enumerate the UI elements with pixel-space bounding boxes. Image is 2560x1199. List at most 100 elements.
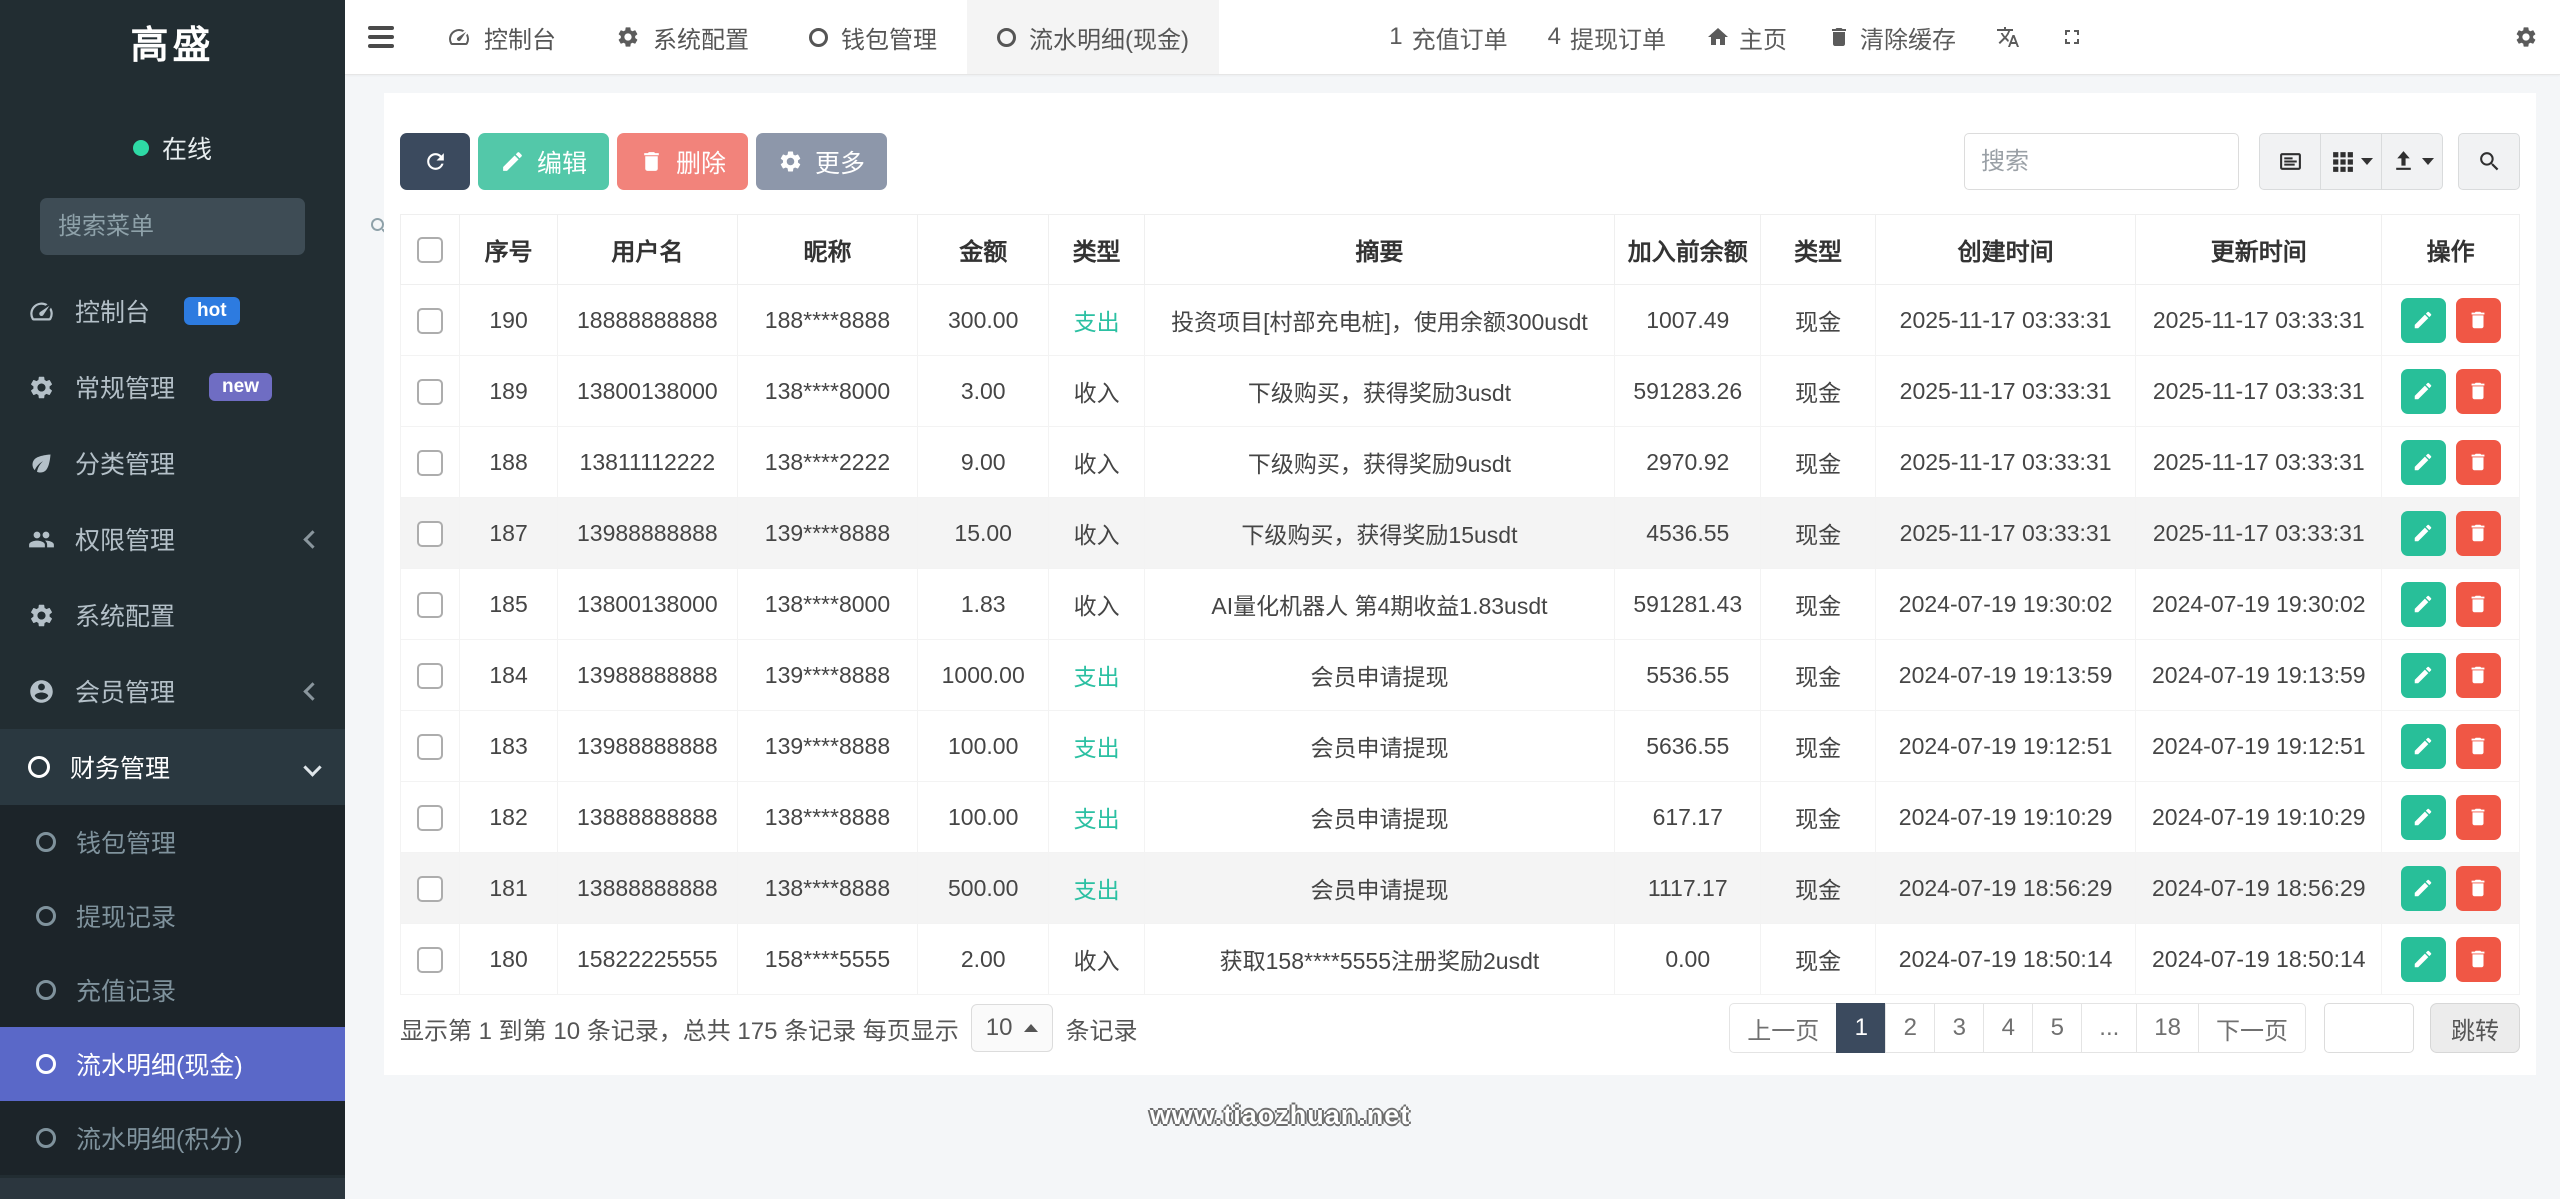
column-header-no[interactable]: 序号 xyxy=(459,214,558,285)
home-link[interactable]: 主页 xyxy=(1706,20,1787,55)
row-edit-button[interactable] xyxy=(2400,510,2446,556)
clear-cache-link[interactable]: 清除缓存 xyxy=(1827,20,1956,55)
menu-badge-hot: hot xyxy=(184,296,240,326)
row-edit-button[interactable] xyxy=(2400,723,2446,769)
page-size-select[interactable]: 10 xyxy=(970,1004,1054,1052)
sidebar-toggle-button[interactable] xyxy=(345,0,417,74)
column-header-nickname[interactable]: 昵称 xyxy=(736,214,919,285)
column-header-created-at[interactable]: 创建时间 xyxy=(1874,214,2137,285)
row-checkbox[interactable] xyxy=(417,520,444,547)
page-button-18[interactable]: 18 xyxy=(2136,1003,2199,1053)
cell-no: 189 xyxy=(459,355,558,427)
sidebar-item-system-config[interactable]: 系统配置 xyxy=(0,577,345,653)
page-button-1[interactable]: 1 xyxy=(1836,1003,1887,1053)
sidebar-subitem-cash-flow-details[interactable]: 流水明细(现金) xyxy=(0,1027,345,1101)
next-page-button[interactable]: 下一页 xyxy=(2198,1003,2306,1053)
page-jump-button[interactable]: 跳转 xyxy=(2430,1003,2520,1053)
cell-username: 13888888888 xyxy=(556,781,738,853)
delete-button[interactable]: 删除 xyxy=(617,133,749,190)
column-header-balance-before[interactable]: 加入前余额 xyxy=(1614,214,1762,285)
settings-button[interactable] xyxy=(2514,25,2538,49)
row-delete-button[interactable] xyxy=(2455,581,2501,627)
columns-dropdown-button[interactable] xyxy=(2320,133,2382,190)
page-jump-input[interactable] xyxy=(2324,1003,2414,1053)
sidebar-item-console[interactable]: 控制台 hot xyxy=(0,273,345,349)
row-delete-button[interactable] xyxy=(2455,439,2501,485)
column-header-type[interactable]: 类型 xyxy=(1048,214,1145,285)
row-checkbox[interactable] xyxy=(417,378,444,405)
select-all-checkbox[interactable] xyxy=(417,237,444,264)
page-button-5[interactable]: 5 xyxy=(2032,1003,2083,1053)
cell-amount: 1.83 xyxy=(917,568,1050,640)
tab-cash-flow-details[interactable]: 流水明细(现金) xyxy=(967,0,1219,74)
row-edit-button[interactable] xyxy=(2400,297,2446,343)
column-header-summary[interactable]: 摘要 xyxy=(1143,214,1616,285)
row-delete-button[interactable] xyxy=(2455,865,2501,911)
row-checkbox[interactable] xyxy=(417,733,444,760)
more-button[interactable]: 更多 xyxy=(756,133,888,190)
column-header-actions[interactable]: 操作 xyxy=(2381,214,2520,285)
row-checkbox[interactable] xyxy=(417,591,444,618)
page-button-2[interactable]: 2 xyxy=(1885,1003,1936,1053)
tab-console[interactable]: 控制台 xyxy=(417,0,586,74)
language-switch-button[interactable] xyxy=(1996,25,2020,49)
export-dropdown-button[interactable] xyxy=(2381,133,2443,190)
row-edit-button[interactable] xyxy=(2400,652,2446,698)
withdraw-orders-link[interactable]: 4 提现订单 xyxy=(1548,20,1666,55)
cell-actions xyxy=(2381,923,2520,995)
page-button-...[interactable]: ... xyxy=(2081,1003,2138,1053)
cell-username: 18888888888 xyxy=(556,284,738,356)
recharge-orders-count: 1 xyxy=(1389,23,1403,50)
prev-page-button[interactable]: 上一页 xyxy=(1729,1003,1838,1053)
row-delete-button[interactable] xyxy=(2455,368,2501,414)
sidebar-subitem-points-flow-details[interactable]: 流水明细(积分) xyxy=(0,1101,345,1175)
pencil-icon xyxy=(2414,950,2432,968)
search-toggle-button[interactable] xyxy=(2458,133,2520,190)
sidebar-item-finance-management[interactable]: 财务管理 xyxy=(0,729,345,805)
row-delete-button[interactable] xyxy=(2455,936,2501,982)
row-delete-button[interactable] xyxy=(2455,652,2501,698)
menu-search-input[interactable] xyxy=(58,212,368,241)
sidebar-item-permission-management[interactable]: 权限管理 xyxy=(0,501,345,577)
sidebar-item-category-management[interactable]: 分类管理 xyxy=(0,425,345,501)
tab-system-config[interactable]: 系统配置 xyxy=(586,0,779,74)
table-search-input[interactable] xyxy=(1964,133,2239,190)
column-header-wallet-type[interactable]: 类型 xyxy=(1760,214,1876,285)
row-checkbox[interactable] xyxy=(417,307,444,334)
row-checkbox[interactable] xyxy=(417,804,444,831)
row-checkbox[interactable] xyxy=(417,875,444,902)
row-delete-button[interactable] xyxy=(2455,297,2501,343)
table-header-row: 序号 用户名 昵称 金额 类型 摘要 加入前余额 类型 创建时间 更新时间 操作 xyxy=(399,214,2520,285)
tab-wallet-management[interactable]: 钱包管理 xyxy=(779,0,967,74)
pagination-bar: 显示第 1 到第 10 条记录，总共 175 条记录 每页显示 10 条记录 上… xyxy=(400,1003,2520,1053)
sidebar-subitem-wallet-management[interactable]: 钱包管理 xyxy=(0,805,345,879)
row-checkbox[interactable] xyxy=(417,662,444,689)
fullscreen-button[interactable] xyxy=(2060,25,2084,49)
cell-actions xyxy=(2381,426,2520,498)
row-edit-button[interactable] xyxy=(2400,794,2446,840)
edit-button[interactable]: 编辑 xyxy=(478,133,610,190)
row-edit-button[interactable] xyxy=(2400,439,2446,485)
sidebar-item-member-management[interactable]: 会员管理 xyxy=(0,653,345,729)
row-delete-button[interactable] xyxy=(2455,794,2501,840)
refresh-button[interactable] xyxy=(400,133,470,190)
row-checkbox[interactable] xyxy=(417,449,444,476)
sidebar-subitem-recharge-records[interactable]: 充值记录 xyxy=(0,953,345,1027)
column-header-amount[interactable]: 金额 xyxy=(917,214,1050,285)
row-edit-button[interactable] xyxy=(2400,581,2446,627)
page-button-3[interactable]: 3 xyxy=(1934,1003,1985,1053)
recharge-orders-link[interactable]: 1 充值订单 xyxy=(1389,20,1507,55)
row-delete-button[interactable] xyxy=(2455,723,2501,769)
pencil-icon xyxy=(2414,382,2432,400)
column-header-username[interactable]: 用户名 xyxy=(556,214,738,285)
row-delete-button[interactable] xyxy=(2455,510,2501,556)
sidebar-item-general-management[interactable]: 常规管理 new xyxy=(0,349,345,425)
row-edit-button[interactable] xyxy=(2400,936,2446,982)
row-checkbox[interactable] xyxy=(417,946,444,973)
page-button-4[interactable]: 4 xyxy=(1983,1003,2034,1053)
row-edit-button[interactable] xyxy=(2400,865,2446,911)
sidebar-subitem-withdraw-records[interactable]: 提现记录 xyxy=(0,879,345,953)
row-edit-button[interactable] xyxy=(2400,368,2446,414)
toggle-view-button[interactable] xyxy=(2259,133,2321,190)
column-header-updated-at[interactable]: 更新时间 xyxy=(2135,214,2383,285)
